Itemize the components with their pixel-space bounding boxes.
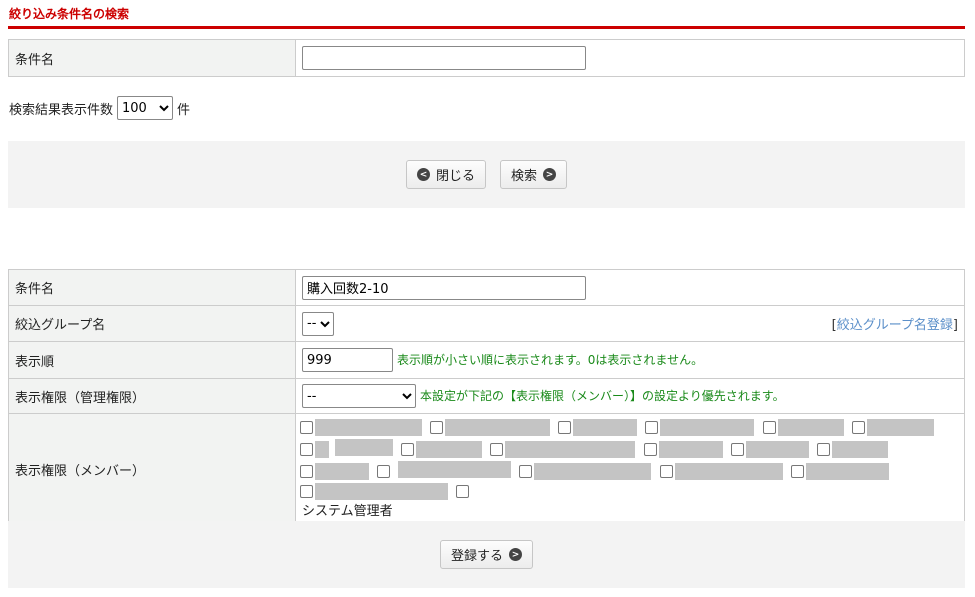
search-button-panel: < 閉じる 検索 > <box>8 141 965 208</box>
page-title: 絞り込み条件名の検索 <box>9 7 130 21</box>
chevron-right-icon: > <box>543 168 557 181</box>
chevron-left-icon: < <box>416 168 430 181</box>
close-button-label: 閉じる <box>435 169 475 184</box>
admin-permission-label: 表示権限（管理権限） <box>8 378 296 414</box>
condition-name-label: 条件名 <box>8 269 296 306</box>
admin-permission-select[interactable]: -- <box>302 384 416 408</box>
member-checkbox[interactable] <box>401 443 415 456</box>
redacted-member-name <box>805 463 889 480</box>
redacted-member-name <box>398 461 512 478</box>
redacted-member-name <box>660 419 755 436</box>
condition-name-input[interactable] <box>302 275 586 300</box>
register-button[interactable]: 登録する > <box>439 540 533 569</box>
member-checkbox[interactable] <box>300 443 313 456</box>
member-checkbox[interactable] <box>456 485 470 498</box>
member-checkbox[interactable] <box>377 465 391 478</box>
redacted-member-name <box>534 463 652 480</box>
redacted-member-name <box>674 463 783 480</box>
member-checkbox-list: システム管理者 <box>295 413 965 525</box>
redacted-member-name <box>315 419 422 436</box>
group-register-link[interactable]: 絞込グループ名登録 <box>837 318 953 333</box>
member-permission-label: 表示権限（メンバー） <box>8 413 296 525</box>
redacted-member-name <box>831 441 888 458</box>
member-system-admin-label: システム管理者 <box>302 504 393 519</box>
redacted-member-name <box>866 419 934 436</box>
member-checkbox[interactable] <box>816 443 830 456</box>
bracket: ] <box>952 317 958 333</box>
member-checkbox[interactable] <box>645 421 659 434</box>
redacted-member-name <box>315 483 448 500</box>
member-checkbox[interactable] <box>300 465 313 478</box>
search-button[interactable]: 検索 > <box>500 160 568 189</box>
result-count-row: 検索結果表示件数 100 件 <box>9 96 190 120</box>
condition-name-label: 条件名 <box>8 39 296 77</box>
member-checkbox[interactable] <box>790 465 804 478</box>
admin-permission-note: 本設定が下記の【表示権限（メンバー）】の設定より優先されます。 <box>420 388 785 403</box>
member-checkbox[interactable] <box>643 443 657 456</box>
redacted-member-name <box>505 441 636 458</box>
member-checkbox[interactable] <box>730 443 744 456</box>
member-checkbox[interactable] <box>851 421 865 434</box>
condition-name-search-input[interactable] <box>302 46 586 70</box>
display-order-label: 表示順 <box>8 341 296 379</box>
redacted-member-name <box>777 419 844 436</box>
redacted-member-name <box>315 441 329 458</box>
member-checkbox[interactable] <box>300 485 313 498</box>
register-button-label: 登録する <box>450 549 503 564</box>
member-checkbox[interactable] <box>300 421 313 434</box>
redacted-member-name <box>658 441 723 458</box>
search-button-label: 検索 <box>511 169 538 184</box>
redacted-member-name <box>335 439 394 456</box>
chevron-right-icon: > <box>509 548 522 561</box>
redacted-member-name <box>573 419 638 436</box>
member-checkbox[interactable] <box>519 465 533 478</box>
redacted-member-name <box>315 463 369 480</box>
register-button-panel: 登録する > <box>8 521 965 588</box>
result-count-unit: 件 <box>177 102 191 118</box>
member-checkbox[interactable] <box>490 443 504 456</box>
close-button[interactable]: < 閉じる <box>405 160 486 189</box>
member-checkbox[interactable] <box>762 421 776 434</box>
condition-form-table: 条件名 絞込グループ名 -- [絞込グループ名登録] 表示順 表示順が小さい順に… <box>8 269 965 525</box>
redacted-member-name <box>745 441 809 458</box>
result-count-label: 検索結果表示件数 <box>9 102 114 118</box>
display-order-input[interactable] <box>302 348 393 372</box>
display-order-note: 表示順が小さい順に表示されます。0は表示されません。 <box>397 352 704 367</box>
redacted-member-name <box>416 441 483 458</box>
title-underline <box>8 26 965 29</box>
search-table: 条件名 <box>8 39 965 77</box>
member-checkbox[interactable] <box>659 465 673 478</box>
member-checkbox[interactable] <box>430 421 444 434</box>
group-select[interactable]: -- <box>302 311 334 336</box>
result-count-select[interactable]: 100 <box>117 96 174 120</box>
group-name-label: 絞込グループ名 <box>8 305 296 342</box>
member-checkbox[interactable] <box>558 421 572 434</box>
redacted-member-name <box>445 419 551 436</box>
